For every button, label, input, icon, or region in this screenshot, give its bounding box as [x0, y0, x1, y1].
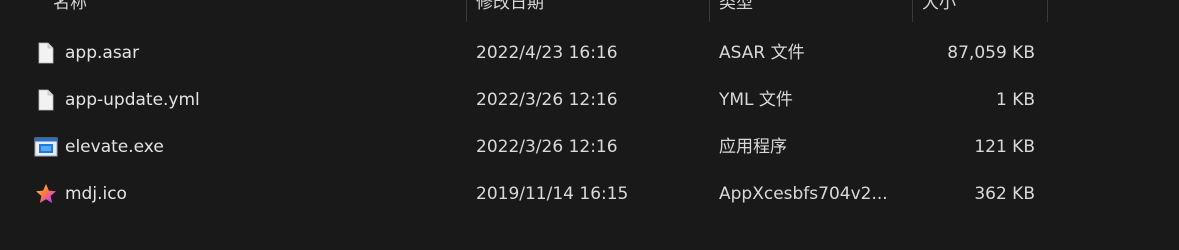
file-size: 121 KB	[974, 137, 1035, 157]
file-modified-date: 2019/11/14 16:15	[476, 184, 629, 204]
file-size: 1 KB	[995, 90, 1035, 110]
column-header-date[interactable]: 修改日期	[467, 0, 709, 22]
column-header-bar: 名称 修改日期 类型 大小	[0, 0, 1179, 22]
file-modified-date: 2022/3/26 12:16	[476, 90, 618, 110]
file-size: 362 KB	[974, 184, 1035, 204]
column-divider[interactable]	[1047, 0, 1048, 22]
file-row[interactable]: mdj.ico 2019/11/14 16:15 AppXcesbfs704v2…	[0, 171, 1179, 217]
file-type: YML 文件	[719, 90, 793, 110]
file-modified-date: 2022/3/26 12:16	[476, 137, 618, 157]
file-type: 应用程序	[719, 137, 787, 157]
column-header-name[interactable]: 名称	[44, 0, 466, 22]
file-type: ASAR 文件	[719, 43, 805, 63]
generic-file-icon	[34, 88, 58, 112]
file-name: elevate.exe	[65, 137, 164, 157]
star-image-icon	[34, 182, 58, 206]
file-row[interactable]: app.asar 2022/4/23 16:16 ASAR 文件 87,059 …	[0, 30, 1179, 76]
file-modified-date: 2022/4/23 16:16	[476, 43, 618, 63]
file-type: AppXcesbfs704v2...	[719, 184, 888, 204]
file-name: app-update.yml	[65, 90, 200, 110]
file-name: app.asar	[65, 43, 140, 63]
file-row[interactable]: app-update.yml 2022/3/26 12:16 YML 文件 1 …	[0, 77, 1179, 123]
file-size: 87,059 KB	[947, 43, 1035, 63]
file-row[interactable]: elevate.exe 2022/3/26 12:16 应用程序 121 KB	[0, 124, 1179, 170]
column-header-size[interactable]: 大小	[913, 0, 1047, 22]
application-window-icon	[34, 135, 58, 159]
file-name: mdj.ico	[65, 184, 127, 204]
column-header-type[interactable]: 类型	[710, 0, 912, 22]
generic-file-icon	[34, 41, 58, 65]
file-list-view: 名称 修改日期 类型 大小 app.asar 2022/4/23 16:16 A…	[0, 0, 1179, 250]
